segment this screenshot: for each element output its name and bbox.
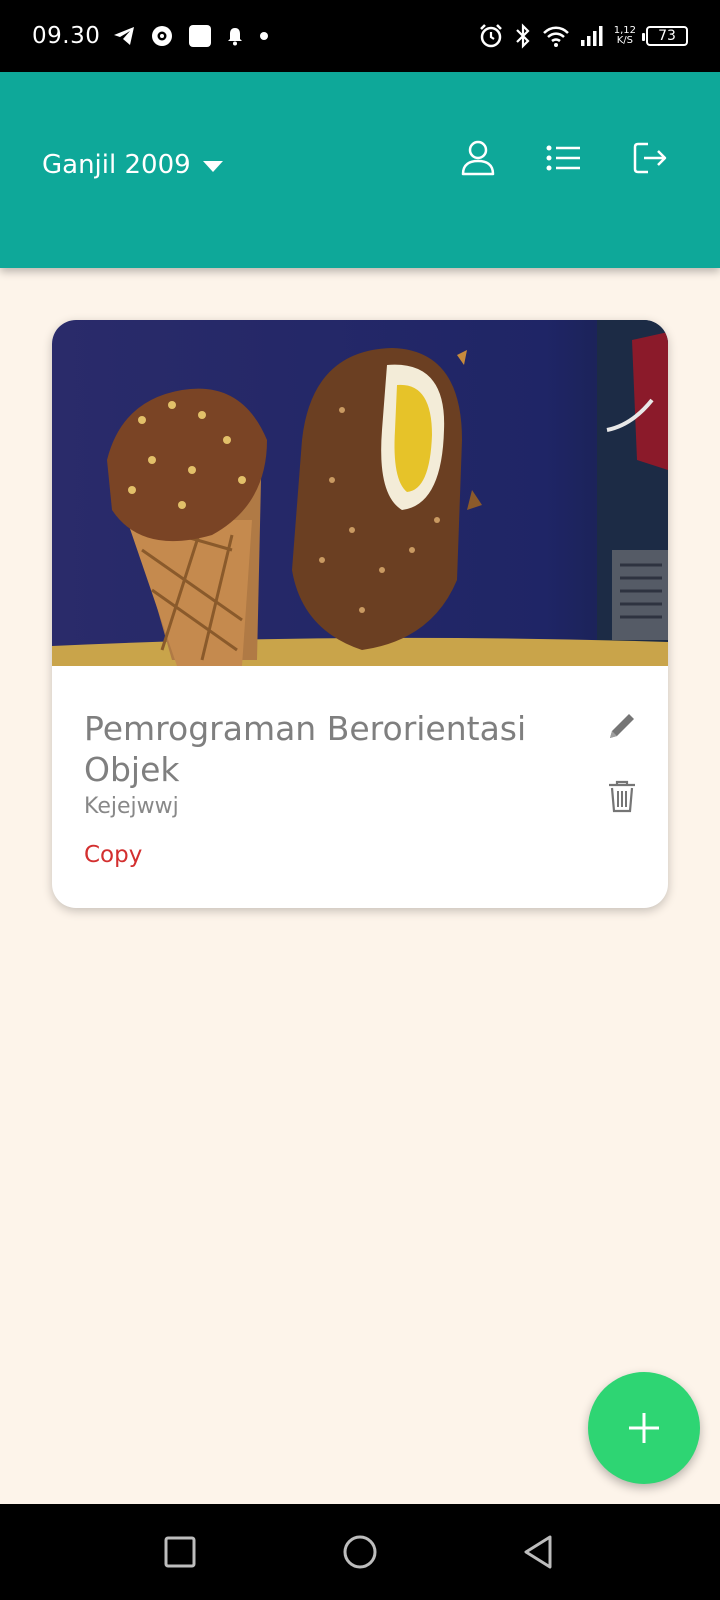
- network-speed-unit: K/S: [616, 35, 633, 46]
- course-image: [52, 320, 668, 666]
- recents-icon: [164, 1536, 196, 1568]
- add-course-button[interactable]: [588, 1372, 700, 1484]
- course-title: Pemrograman Berorientasi Objek: [84, 709, 527, 789]
- back-icon: [524, 1535, 552, 1569]
- square-app-icon: [189, 25, 212, 47]
- list-icon: [546, 145, 580, 171]
- dot-icon: [260, 32, 269, 40]
- copy-button[interactable]: Copy: [84, 842, 142, 868]
- plus-icon: [629, 1413, 659, 1443]
- system-icons: 1,12 K/S 73: [478, 23, 688, 49]
- app-bar: Ganjil 2009: [0, 72, 720, 268]
- status-bar: 09.30 1,12 K/S 73: [0, 0, 720, 72]
- edit-button[interactable]: [600, 704, 644, 748]
- battery-indicator: 73: [642, 26, 688, 46]
- notification-icons: [112, 24, 270, 48]
- edit-icon: [610, 714, 634, 738]
- home-button[interactable]: [336, 1528, 384, 1576]
- logout-button[interactable]: [628, 136, 672, 180]
- status-time: 09.30: [32, 23, 101, 49]
- bell-icon: [228, 28, 243, 46]
- bluetooth-icon: [515, 23, 530, 49]
- back-button[interactable]: [514, 1528, 562, 1576]
- delete-icon: [609, 780, 635, 813]
- circle-app-icon: [152, 26, 173, 46]
- profile-button[interactable]: [456, 136, 500, 180]
- semester-dropdown[interactable]: Ganjil 2009: [42, 150, 223, 180]
- course-card[interactable]: Pemrograman Berorientasi Objek Kejejwwj …: [52, 320, 668, 908]
- logout-icon: [633, 142, 667, 174]
- alarm-icon: [479, 24, 502, 48]
- network-speed: 1,12 K/S: [614, 26, 636, 46]
- semester-label: Ganjil 2009: [42, 150, 191, 180]
- home-icon: [343, 1535, 377, 1569]
- delete-button[interactable]: [600, 774, 644, 818]
- recents-button[interactable]: [156, 1528, 204, 1576]
- system-nav-bar: [0, 1504, 720, 1600]
- dropdown-caret-icon: [202, 160, 223, 172]
- telegram-icon: [114, 27, 135, 45]
- wifi-icon: [542, 26, 569, 47]
- signal-icon: [580, 26, 603, 46]
- course-subtitle: Kejejwwj: [84, 794, 179, 819]
- profile-icon: [461, 140, 495, 176]
- list-button[interactable]: [542, 136, 586, 180]
